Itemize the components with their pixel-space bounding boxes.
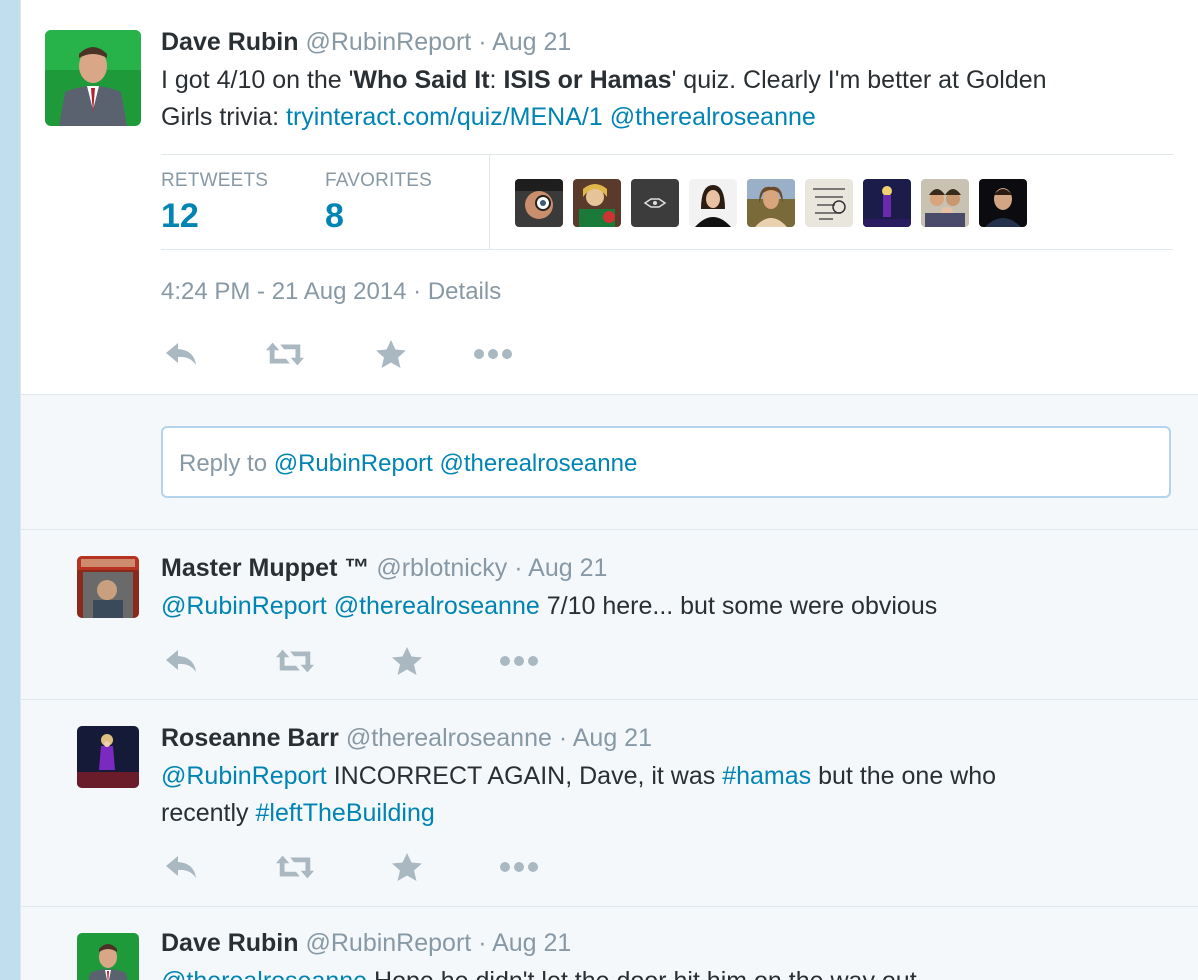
author-username[interactable]: @rblotnicky	[376, 554, 507, 582]
reply-icon	[166, 856, 196, 878]
reply-mention: @RubinReport	[273, 450, 433, 477]
separator: ·	[558, 724, 568, 752]
retweet-icon	[275, 855, 315, 879]
favoriter-avatar[interactable]	[979, 179, 1027, 227]
author-username[interactable]: @RubinReport	[305, 929, 471, 957]
more-button[interactable]	[499, 643, 539, 679]
avatar-roseanne-barr[interactable]	[77, 726, 139, 788]
favoriter-avatar[interactable]	[631, 179, 679, 227]
retweets-count: 12	[161, 197, 199, 235]
reply-button[interactable]	[161, 336, 201, 372]
author-fullname[interactable]: Dave Rubin	[161, 929, 299, 957]
tweet-text-bold: Who Said It	[353, 66, 490, 94]
tweet-text-part: Hope he didn't let the door hit him on t…	[367, 967, 917, 980]
hashtag-link[interactable]: #hamas	[722, 762, 811, 790]
mention-link[interactable]: @therealroseanne	[610, 103, 816, 131]
retweet-icon	[275, 649, 315, 673]
retweets-stat[interactable]: RETWEETS 12	[161, 155, 301, 249]
tweet-text-part: Girls trivia:	[161, 103, 286, 131]
more-icon	[474, 349, 512, 359]
favorites-count: 8	[325, 197, 344, 235]
retweet-button[interactable]	[265, 336, 305, 372]
tweet-date[interactable]: Aug 21	[492, 929, 571, 957]
reply-button[interactable]	[161, 643, 201, 679]
avatar-master-muppet[interactable]	[77, 556, 139, 618]
author-fullname[interactable]: Master Muppet ™	[161, 554, 369, 582]
favoriter-avatar[interactable]	[863, 179, 911, 227]
favoriter-avatar[interactable]	[747, 179, 795, 227]
separator: ·	[514, 554, 523, 582]
main-tweet: Dave Rubin @RubinReport · Aug 21 I got 4…	[21, 0, 1198, 395]
tweet-text: @RubinReport INCORRECT AGAIN, Dave, it w…	[161, 758, 996, 832]
reply-mention: @therealroseanne	[439, 450, 638, 477]
retweet-button[interactable]	[275, 643, 315, 679]
tweet-text-part: :	[489, 66, 504, 94]
reply-tweet[interactable]: Roseanne Barr @therealroseanne · Aug 21 …	[21, 700, 1198, 907]
favoriter-avatar[interactable]	[515, 179, 563, 227]
author-fullname[interactable]: Roseanne Barr	[161, 724, 339, 752]
reply-box-area: Reply to @RubinReport @therealroseanne	[21, 395, 1198, 530]
more-icon	[500, 656, 538, 666]
tweet-text-part: INCORRECT AGAIN, Dave, it was	[326, 762, 723, 790]
tweet-text: @therealroseanne Hope he didn't let the …	[161, 963, 917, 980]
separator: ·	[478, 28, 487, 56]
favorites-label: FAVORITES	[325, 170, 433, 191]
favoriter-avatar[interactable]	[689, 179, 737, 227]
favoriter-avatar[interactable]	[805, 179, 853, 227]
favorite-button[interactable]	[387, 643, 427, 679]
timestamp-link[interactable]: 4:24 PM - 21 Aug 2014	[161, 278, 407, 305]
tweet-text: @RubinReport @therealroseanne 7/10 here.…	[161, 588, 937, 625]
reply-input[interactable]: Reply to @RubinReport @therealroseanne	[161, 426, 1171, 498]
tweet-timestamp: 4:24 PM - 21 Aug 2014 · Details	[161, 278, 501, 306]
retweet-button[interactable]	[275, 849, 315, 885]
mention-link[interactable]: @RubinReport	[161, 762, 327, 790]
tweet-text-part: but the one who	[811, 762, 997, 790]
more-button[interactable]	[499, 849, 539, 885]
hashtag-link[interactable]: #leftTheBuilding	[255, 799, 434, 827]
mention-link[interactable]: @therealroseanne	[334, 592, 540, 620]
reply-tweet[interactable]: Dave Rubin @RubinReport · Aug 21 @therea…	[21, 907, 1198, 980]
reply-tweet[interactable]: Master Muppet ™ @rblotnicky · Aug 21 @Ru…	[21, 530, 1198, 700]
favoriter-avatar[interactable]	[921, 179, 969, 227]
quiz-link[interactable]: tryinteract.com/quiz/MENA/1	[286, 103, 603, 131]
stats-divider	[489, 155, 490, 249]
tweet-date[interactable]: Aug 21	[492, 28, 571, 56]
details-link[interactable]: Details	[428, 278, 501, 305]
author-username[interactable]: @RubinReport	[305, 28, 471, 56]
reply-icon	[166, 343, 196, 365]
separator: ·	[478, 929, 487, 957]
avatar-dave-rubin[interactable]	[45, 30, 141, 126]
tweet-stats: RETWEETS 12 FAVORITES 8	[161, 154, 1173, 250]
tweet-text-part: ' quiz. Clearly I'm better at Golden	[671, 66, 1047, 94]
separator: ·	[406, 278, 428, 305]
more-button[interactable]	[473, 336, 513, 372]
author-username[interactable]: @therealroseanne	[346, 724, 552, 752]
retweets-label: RETWEETS	[161, 170, 269, 191]
favorite-button[interactable]	[387, 849, 427, 885]
favorite-icon	[392, 853, 422, 881]
more-icon	[500, 862, 538, 872]
favorite-button[interactable]	[371, 336, 411, 372]
reply-placeholder-prefix: Reply to	[179, 450, 274, 477]
tweet-date[interactable]: Aug 21	[528, 554, 607, 582]
author-fullname[interactable]: Dave Rubin	[161, 28, 299, 56]
avatar-dave-rubin[interactable]	[77, 933, 139, 980]
mention-link[interactable]: @therealroseanne	[161, 967, 367, 980]
tweet-date[interactable]: Aug 21	[573, 724, 652, 752]
tweet-text-part: recently	[161, 799, 256, 827]
tweet-text: I got 4/10 on the 'Who Said It: ISIS or …	[161, 62, 1047, 136]
favorite-icon	[392, 647, 422, 675]
retweet-icon	[265, 342, 305, 366]
tweet-text-part: 7/10 here... but some were obvious	[539, 592, 938, 620]
favorites-stat[interactable]: FAVORITES 8	[325, 155, 465, 249]
favoriter-avatar[interactable]	[573, 179, 621, 227]
tweet-text-part: I got 4/10 on the '	[161, 66, 354, 94]
conversation-frame: Dave Rubin @RubinReport · Aug 21 I got 4…	[20, 0, 1198, 980]
favorite-icon	[376, 340, 406, 368]
tweet-text-bold: ISIS or Hamas	[503, 66, 672, 94]
reply-icon	[166, 650, 196, 672]
reply-button[interactable]	[161, 849, 201, 885]
mention-link[interactable]: @RubinReport	[161, 592, 327, 620]
